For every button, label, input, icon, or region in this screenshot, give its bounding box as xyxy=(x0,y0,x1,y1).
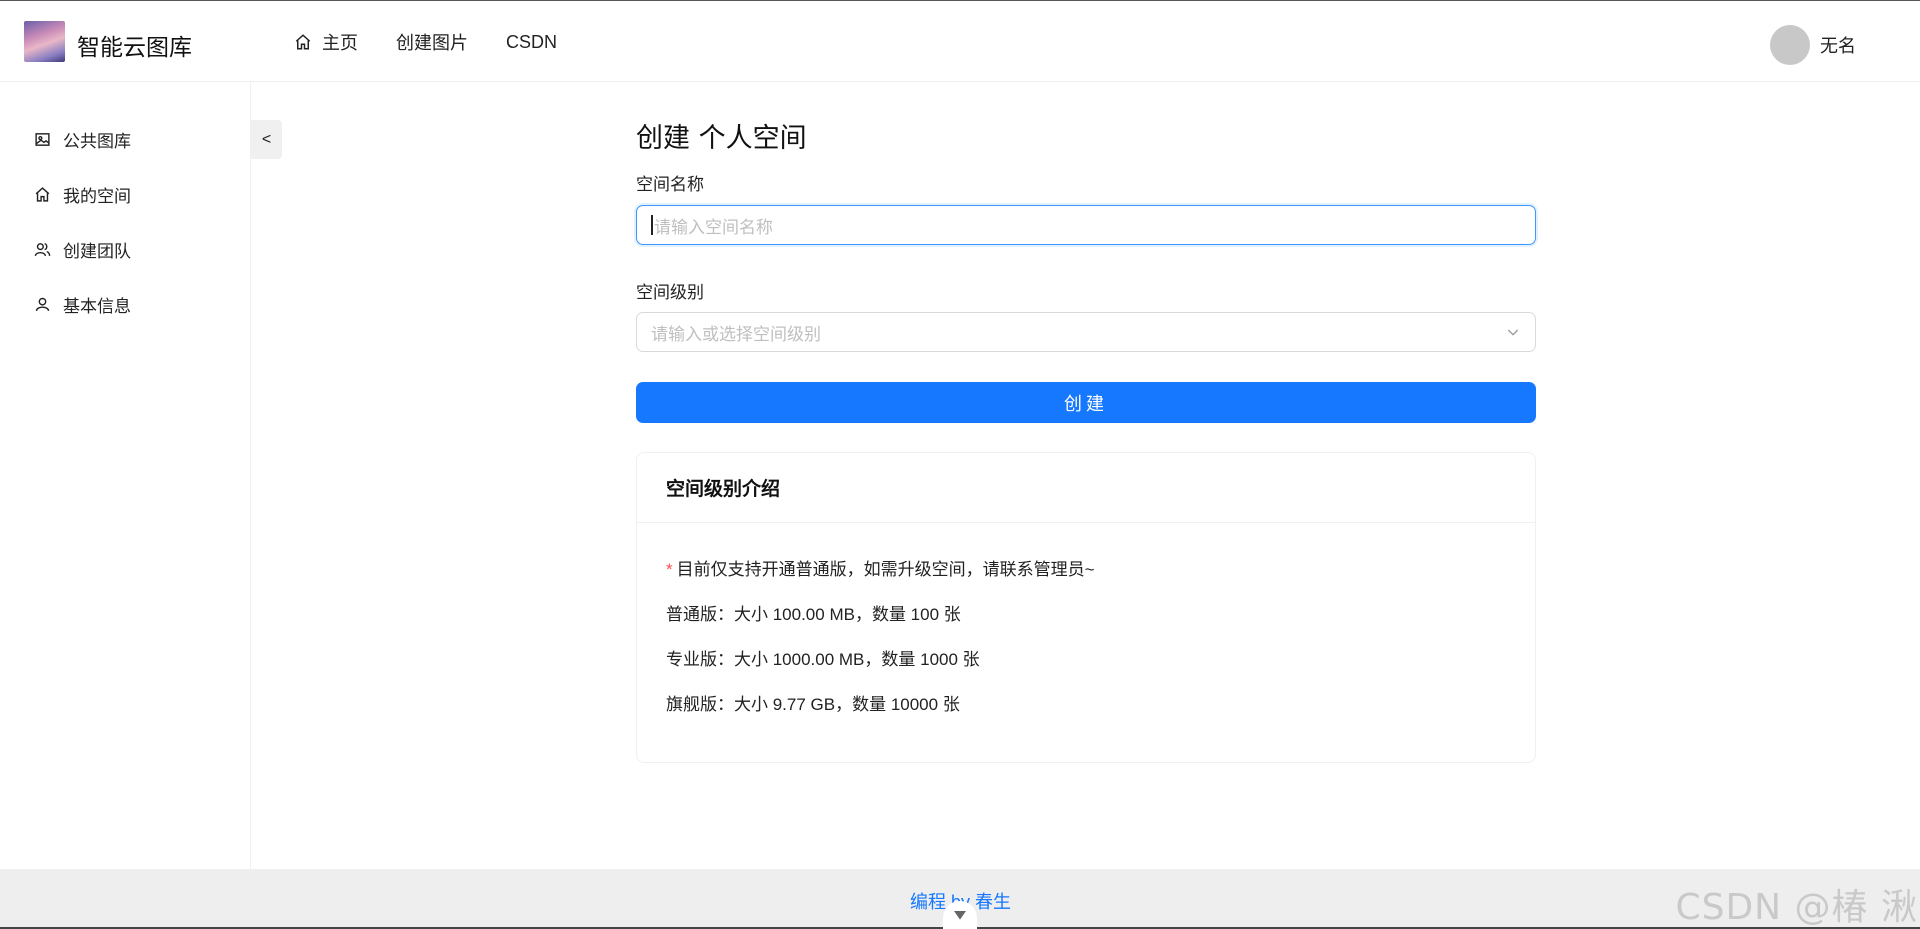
user-icon xyxy=(35,297,50,312)
nav-item-csdn[interactable]: CSDN xyxy=(506,32,557,53)
user-name[interactable]: 无名 xyxy=(1820,32,1856,58)
nav-item-home[interactable]: 主页 xyxy=(294,29,358,55)
picture-icon xyxy=(35,133,50,146)
space-name-placeholder: 请输入空间名称 xyxy=(654,217,773,237)
sidebar-item-create-team[interactable]: 创建团队 xyxy=(34,237,131,262)
nav-item-label: 创建图片 xyxy=(396,33,468,53)
user-menu[interactable]: 无名 xyxy=(1770,25,1856,65)
home-icon xyxy=(35,187,50,202)
sidebar-collapse-button[interactable]: < xyxy=(251,120,282,159)
create-button[interactable]: 创建 xyxy=(636,382,1536,423)
sidebar: 公共图库 我的空间 创建团队 基本信息 xyxy=(0,82,251,869)
required-star: * xyxy=(666,560,673,579)
sidebar-item-my-space[interactable]: 我的空间 xyxy=(34,182,131,207)
scroll-down-button[interactable] xyxy=(943,901,977,929)
top-nav: 主页 创建图片 CSDN xyxy=(294,1,595,83)
sidebar-item-public-gallery[interactable]: 公共图库 xyxy=(34,127,131,152)
page-title: 创建 个人空间 xyxy=(636,123,807,154)
space-level-label: 空间级别 xyxy=(636,283,704,302)
text-caret xyxy=(651,215,653,235)
csdn-watermark: CSDN @椿 湫 xyxy=(1675,887,1918,928)
team-icon xyxy=(34,243,51,257)
sidebar-item-label: 公共图库 xyxy=(63,132,131,151)
level-line-professional: 专业版：大小 1000.00 MB，数量 1000 张 xyxy=(666,650,980,669)
chevron-down-icon xyxy=(1507,329,1519,336)
space-level-select[interactable]: 请输入或选择空间级别 xyxy=(636,312,1536,352)
brand-title[interactable]: 智能云图库 xyxy=(77,28,192,62)
notice-text: * 目前仅支持开通普通版，如需升级空间，请联系管理员~ xyxy=(666,555,1095,580)
sidebar-item-label: 我的空间 xyxy=(63,187,131,206)
avatar[interactable] xyxy=(1770,25,1810,65)
nav-item-create-picture[interactable]: 创建图片 xyxy=(396,29,468,55)
sidebar-item-label: 创建团队 xyxy=(63,242,131,261)
card-title: 空间级别介绍 xyxy=(637,453,1535,523)
level-line-standard: 普通版：大小 100.00 MB，数量 100 张 xyxy=(666,605,961,624)
logo-image[interactable] xyxy=(24,21,65,62)
home-icon xyxy=(295,34,311,50)
space-level-intro-card: 空间级别介绍 * 目前仅支持开通普通版，如需升级空间，请联系管理员~ 普通版：大小… xyxy=(636,452,1536,763)
sidebar-item-basic-info[interactable]: 基本信息 xyxy=(34,292,131,317)
space-name-input[interactable]: 请输入空间名称 xyxy=(636,205,1536,245)
chevron-down-icon xyxy=(954,911,966,920)
space-name-label: 空间名称 xyxy=(636,175,704,194)
nav-item-label: CSDN xyxy=(506,31,558,52)
level-line-flagship: 旗舰版：大小 9.77 GB，数量 10000 张 xyxy=(666,695,960,714)
sidebar-item-label: 基本信息 xyxy=(63,297,131,316)
top-header: 智能云图库 主页 创建图片 CSDN 无名 xyxy=(0,0,1920,82)
nav-item-label: 主页 xyxy=(322,33,358,53)
space-level-placeholder: 请输入或选择空间级别 xyxy=(651,324,821,344)
notice-message: 目前仅支持开通普通版，如需升级空间，请联系管理员~ xyxy=(676,560,1095,579)
